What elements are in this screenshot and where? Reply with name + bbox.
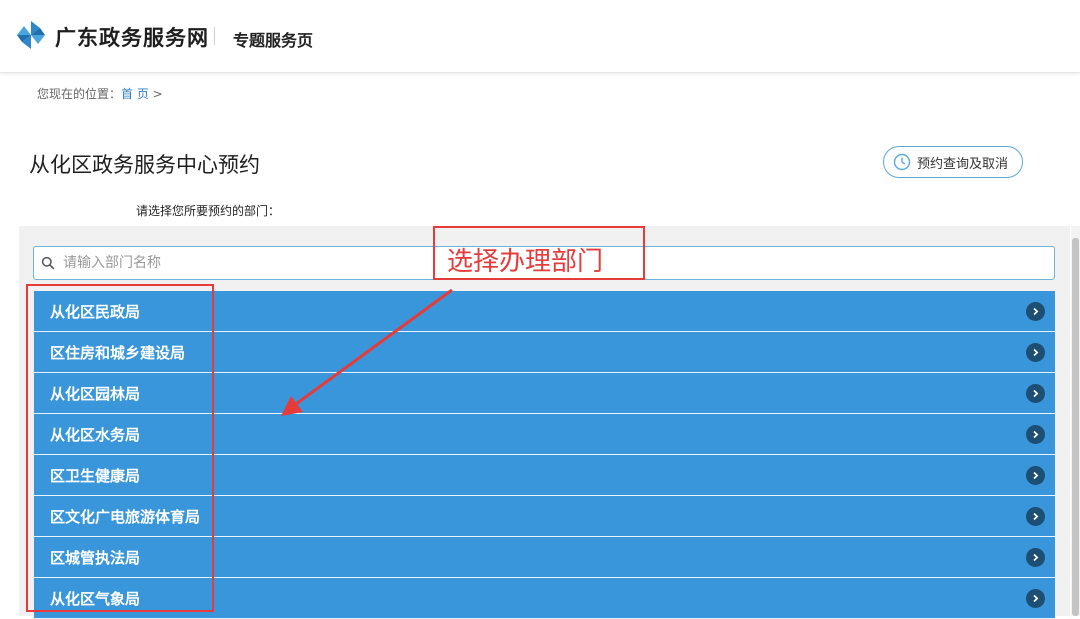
department-item[interactable]: 从化区水务局	[34, 414, 1055, 455]
department-prompt: 请选择您所要预约的部门：	[136, 204, 281, 218]
header-divider	[214, 27, 215, 45]
breadcrumb-prefix: 您现在的位置：	[37, 87, 122, 101]
pinwheel-logo-icon[interactable]	[16, 20, 46, 50]
appointment-query-label: 预约查询及取消	[917, 156, 1009, 172]
site-title[interactable]: 广东政务服务网	[55, 22, 209, 52]
department-search-input[interactable]	[61, 254, 965, 272]
department-item[interactable]: 区卫生健康局	[34, 455, 1055, 496]
department-name: 区城管执法局	[50, 548, 141, 567]
breadcrumb-separator: >	[152, 87, 163, 101]
chevron-right-icon	[1026, 342, 1045, 362]
chevron-right-icon	[1026, 424, 1045, 444]
scrollbar-thumb[interactable]	[1072, 238, 1079, 616]
site-header: 广东政务服务网 专题服务页	[0, 0, 1080, 73]
header-subtitle: 专题服务页	[233, 31, 314, 50]
appointment-query-button[interactable]: 预约查询及取消	[883, 146, 1023, 178]
department-name: 从化区园林局	[50, 384, 141, 403]
department-name: 区文化广电旅游体育局	[50, 507, 201, 526]
clock-icon	[893, 153, 911, 171]
chevron-right-icon	[1026, 547, 1045, 567]
chevron-right-icon	[1026, 383, 1045, 403]
department-name: 从化区水务局	[50, 425, 141, 444]
department-item[interactable]: 从化区气象局	[34, 578, 1055, 619]
department-name: 从化区民政局	[50, 302, 141, 321]
department-item[interactable]: 从化区园林局	[34, 373, 1055, 414]
department-item[interactable]: 区城管执法局	[34, 537, 1055, 578]
search-icon	[41, 256, 55, 270]
chevron-right-icon	[1026, 588, 1045, 608]
department-item[interactable]: 区住房和城乡建设局	[34, 332, 1055, 373]
page-title: 从化区政务服务中心预约	[29, 153, 260, 177]
department-item[interactable]: 区文化广电旅游体育局	[34, 496, 1055, 537]
department-name: 区住房和城乡建设局	[50, 343, 186, 362]
breadcrumb-home-link[interactable]: 首 页	[121, 87, 149, 101]
chevron-right-icon	[1026, 465, 1045, 485]
department-list: 从化区民政局 区住房和城乡建设局 从化区园林局 从化区水务局 区卫生健康局 区文…	[34, 291, 1055, 619]
department-name: 从化区气象局	[50, 589, 141, 608]
chevron-right-icon	[1026, 301, 1045, 321]
department-item[interactable]: 从化区民政局	[34, 291, 1055, 332]
chevron-right-icon	[1026, 506, 1045, 526]
breadcrumb: 您现在的位置：首 页 >	[37, 85, 163, 102]
department-name: 区卫生健康局	[50, 466, 141, 485]
department-search[interactable]	[33, 246, 1055, 280]
